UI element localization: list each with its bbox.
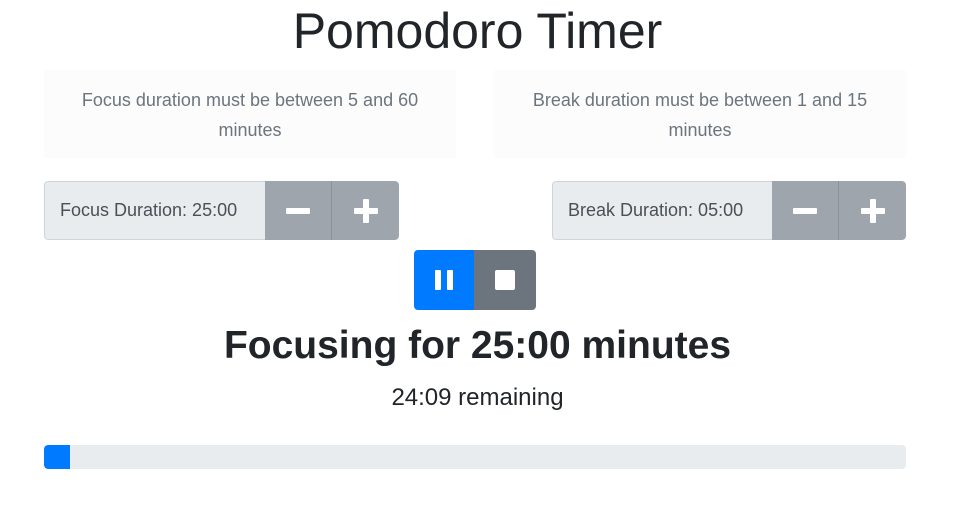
plus-icon: [860, 198, 885, 223]
session-status: Focusing for 25:00 minutes: [223, 324, 732, 367]
focus-increment-button[interactable]: [332, 181, 399, 240]
pause-icon: [435, 270, 453, 290]
stop-icon: [495, 270, 515, 290]
break-decrement-button[interactable]: [772, 181, 840, 240]
progress-fill: [44, 445, 71, 469]
focus-decrement-button[interactable]: [265, 181, 332, 240]
minus-icon: [793, 207, 818, 214]
break-duration-stepper: Break Duration: 05:00: [552, 181, 906, 240]
break-duration-notice: Break duration must be between 1 and 15 …: [494, 70, 906, 158]
time-remaining: 24:09 remaining: [391, 384, 564, 411]
timer-controls: [414, 250, 536, 310]
focus-duration-label: Focus Duration: 25:00: [44, 181, 265, 240]
plus-icon: [353, 198, 378, 223]
break-duration-label: Break Duration: 05:00: [552, 181, 773, 240]
break-increment-button[interactable]: [839, 181, 906, 240]
focus-duration-stepper: Focus Duration: 25:00: [44, 181, 399, 240]
pause-button[interactable]: [414, 250, 474, 310]
page-title: Pomodoro Timer: [292, 3, 663, 59]
progress-bar: [44, 445, 906, 469]
focus-duration-notice: Focus duration must be between 5 and 60 …: [44, 70, 456, 158]
stop-button[interactable]: [474, 250, 536, 310]
minus-icon: [286, 207, 310, 214]
